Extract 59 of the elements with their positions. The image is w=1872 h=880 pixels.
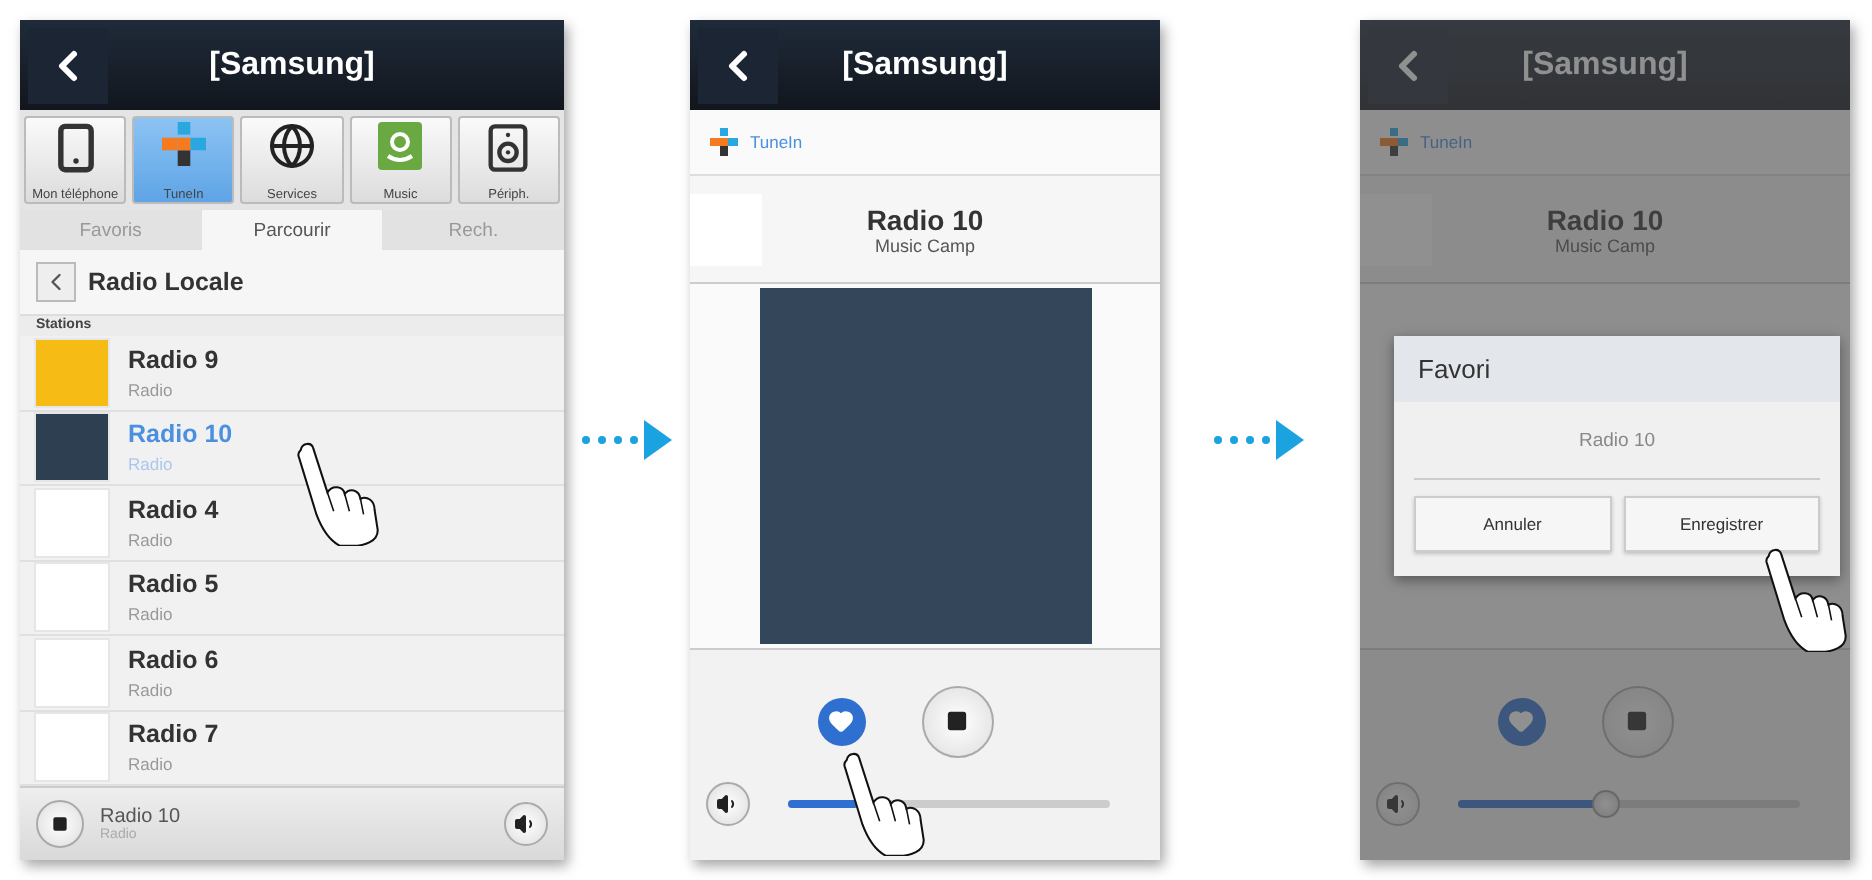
station-name: Radio 7 bbox=[128, 720, 219, 749]
stop-icon bbox=[1626, 710, 1648, 732]
station-name: Radio 10 bbox=[866, 203, 984, 235]
station-name: Radio 10 bbox=[1546, 203, 1664, 235]
stop-icon bbox=[946, 710, 968, 732]
station-subtitle: Music Camp bbox=[1554, 235, 1655, 255]
pointing-hand-drawing bbox=[842, 752, 930, 856]
volume-button[interactable] bbox=[504, 802, 548, 846]
app-title: [Samsung] bbox=[1520, 47, 1690, 83]
volume-thumb[interactable] bbox=[1591, 789, 1620, 817]
station-subtitle: Radio bbox=[128, 754, 175, 775]
favorite-button[interactable] bbox=[817, 697, 865, 745]
globe-icon bbox=[268, 122, 316, 170]
station-row[interactable]: Radio 9 Radio bbox=[20, 336, 564, 411]
station-row[interactable]: Radio 6 Radio bbox=[20, 636, 564, 711]
back-button[interactable] bbox=[698, 27, 778, 103]
volume-icon bbox=[716, 791, 740, 815]
dialog-button[interactable]: Annuler bbox=[1414, 496, 1611, 552]
step-arrow-icon bbox=[1214, 418, 1306, 462]
tunein-logo-icon bbox=[710, 128, 738, 156]
now-playing-title: Radio 10 bbox=[100, 806, 183, 828]
station-row[interactable]: Radio 7 Radio bbox=[20, 711, 564, 786]
app-title: [Samsung] bbox=[207, 47, 377, 83]
volume-icon bbox=[1386, 791, 1410, 815]
station-subtitle: Radio bbox=[128, 679, 175, 700]
station-subtitle: Radio bbox=[128, 454, 175, 475]
station-name: Radio 6 bbox=[128, 645, 219, 674]
pointing-hand-drawing bbox=[296, 442, 384, 546]
stop-button[interactable] bbox=[36, 800, 84, 848]
station-name: Radio 10 bbox=[128, 420, 233, 449]
stop-icon bbox=[52, 816, 68, 832]
station-name: Radio 9 bbox=[128, 345, 219, 374]
station-name: Radio 4 bbox=[128, 495, 219, 524]
heart-icon bbox=[1508, 708, 1534, 734]
station-name: Radio 5 bbox=[128, 570, 219, 599]
stop-button[interactable] bbox=[921, 685, 993, 757]
station-row[interactable]: Radio 5 Radio bbox=[20, 561, 564, 636]
tunein-logo-icon bbox=[1380, 128, 1408, 156]
breadcrumb-title: Radio Locale bbox=[88, 268, 244, 296]
tab[interactable]: Parcourir bbox=[201, 210, 383, 250]
station-subtitle: Music Camp bbox=[874, 235, 975, 255]
pointing-hand-drawing bbox=[1764, 548, 1852, 652]
station-subtitle: Radio bbox=[128, 529, 175, 550]
source-name: TuneIn bbox=[750, 132, 803, 152]
station-row[interactable]: Radio 4 Radio bbox=[20, 486, 564, 561]
back-button[interactable] bbox=[28, 27, 108, 103]
tunein-logo-icon bbox=[161, 122, 206, 166]
station-subtitle: Radio bbox=[128, 379, 175, 400]
store-app-icon bbox=[378, 122, 423, 170]
dialog-button[interactable]: Enregistrer bbox=[1623, 496, 1820, 552]
step-arrow-icon bbox=[581, 418, 673, 462]
dialog-message: Radio 10 bbox=[1414, 402, 1820, 480]
heart-icon bbox=[828, 708, 854, 734]
dialog-title: Favori bbox=[1394, 336, 1840, 402]
app-title: [Samsung] bbox=[840, 47, 1010, 83]
volume-icon bbox=[514, 812, 538, 836]
volume-button[interactable] bbox=[706, 781, 750, 825]
source-name: TuneIn bbox=[1420, 132, 1473, 152]
station-subtitle: Radio bbox=[128, 604, 175, 625]
